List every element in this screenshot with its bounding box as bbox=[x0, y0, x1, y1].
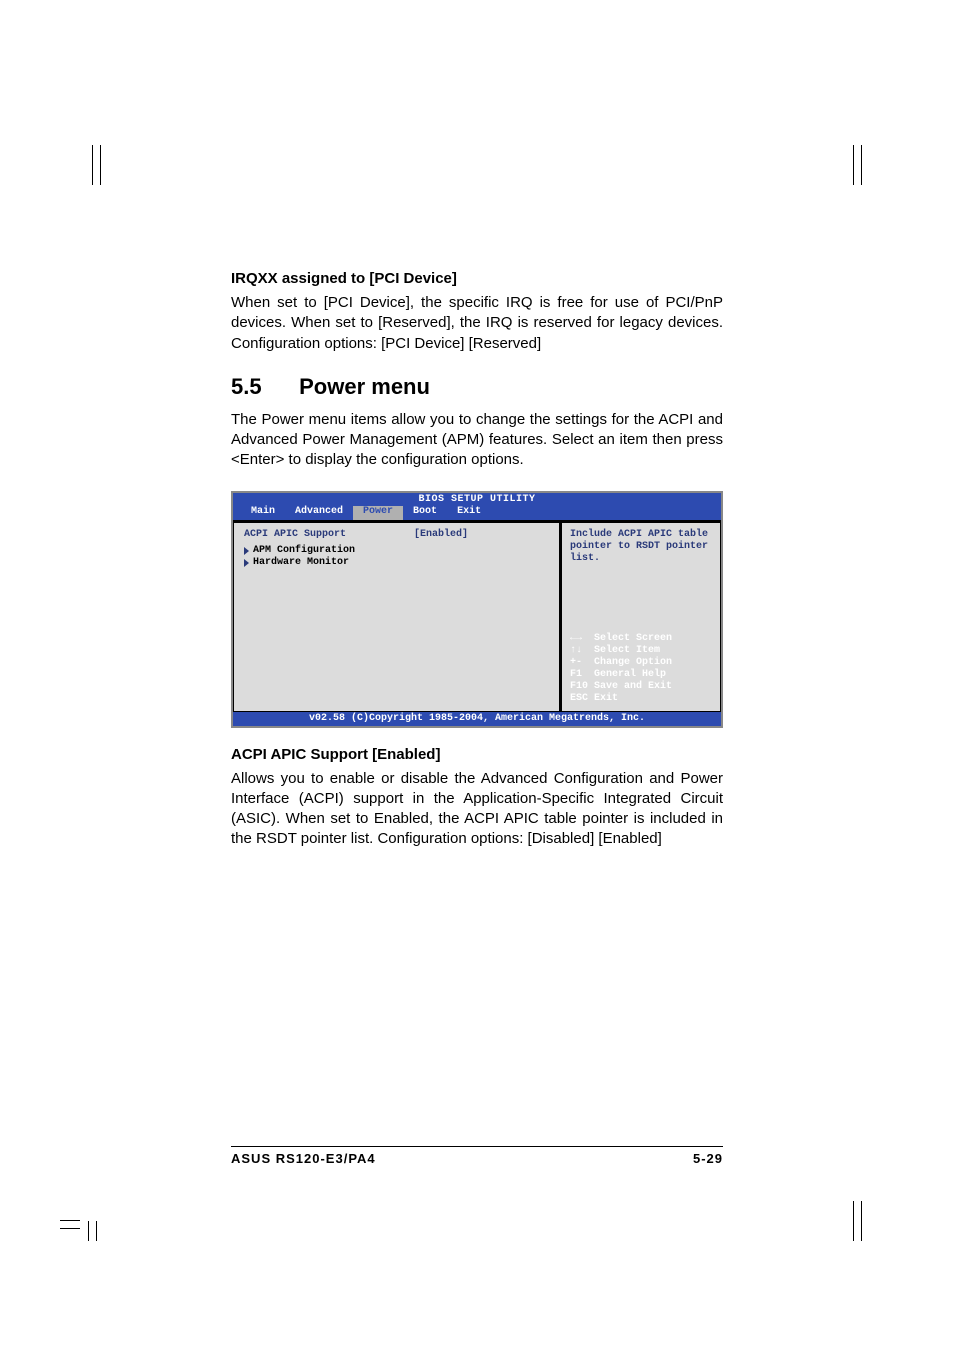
bios-right-pane: Include ACPI APIC table pointer to RSDT … bbox=[561, 522, 721, 712]
crop-mark bbox=[834, 145, 874, 185]
bios-item-acpi: ACPI APIC Support [Enabled] bbox=[244, 529, 549, 541]
bios-left-pane: ACPI APIC Support [Enabled] APM Configur… bbox=[233, 522, 561, 712]
bios-item-value: [Enabled] bbox=[414, 529, 468, 541]
bios-tab-advanced: Advanced bbox=[285, 506, 353, 520]
heading-level-2: 5.5 Power menu bbox=[231, 374, 723, 400]
key-label: ESC bbox=[570, 693, 594, 705]
footer-page-number: 5-29 bbox=[693, 1151, 723, 1166]
section-body: When set to [PCI Device], the specific I… bbox=[231, 293, 723, 354]
bios-submenu-label: APM Configuration bbox=[253, 545, 355, 557]
arrows-ud-icon: ↑↓ bbox=[570, 645, 594, 657]
crop-mark bbox=[834, 1201, 874, 1241]
key-row: F10Save and Exit bbox=[570, 681, 712, 693]
section-heading: ACPI APIC Support [Enabled] bbox=[231, 746, 723, 763]
key-desc: General Help bbox=[594, 669, 666, 681]
bios-item-label: ACPI APIC Support bbox=[244, 529, 414, 541]
key-desc: Save and Exit bbox=[594, 681, 672, 693]
bios-submenu-apm: APM Configuration bbox=[244, 545, 549, 557]
heading-number: 5.5 bbox=[231, 374, 293, 400]
footer-product: ASUS RS120-E3/PA4 bbox=[231, 1151, 376, 1166]
power-intro-text: The Power menu items allow you to change… bbox=[231, 410, 723, 471]
bios-copyright: v02.58 (C)Copyright 1985-2004, American … bbox=[233, 712, 721, 726]
heading-title: Power menu bbox=[299, 374, 430, 399]
key-desc: Select Item bbox=[594, 645, 660, 657]
page-footer: ASUS RS120-E3/PA4 5-29 bbox=[231, 1146, 723, 1166]
key-desc: Change Option bbox=[594, 657, 672, 669]
key-row: ↑↓Select Item bbox=[570, 645, 712, 657]
bios-body: ACPI APIC Support [Enabled] APM Configur… bbox=[233, 520, 721, 712]
bios-tab-bar: Main Advanced Power Boot Exit bbox=[233, 506, 721, 520]
triangle-right-icon bbox=[244, 547, 249, 555]
bios-tab-power: Power bbox=[353, 506, 403, 520]
key-desc: Exit bbox=[594, 693, 618, 705]
key-label: F1 bbox=[570, 669, 594, 681]
crop-mark bbox=[80, 145, 120, 185]
arrows-lr-icon: ←→ bbox=[570, 633, 594, 645]
bios-submenu-hardware: Hardware Monitor bbox=[244, 557, 549, 569]
key-desc: Select Screen bbox=[594, 633, 672, 645]
triangle-right-icon bbox=[244, 559, 249, 567]
crop-mark bbox=[60, 1201, 100, 1241]
bios-help-text: Include ACPI APIC table pointer to RSDT … bbox=[562, 523, 720, 629]
page-content: IRQXX assigned to [PCI Device] When set … bbox=[231, 270, 723, 870]
bios-tab-boot: Boot bbox=[403, 506, 447, 520]
section-heading: IRQXX assigned to [PCI Device] bbox=[231, 270, 723, 287]
key-row: F1General Help bbox=[570, 669, 712, 681]
bios-screenshot: BIOS SETUP UTILITY Main Advanced Power B… bbox=[231, 491, 723, 728]
key-label: +- bbox=[570, 657, 594, 669]
bios-tab-main: Main bbox=[241, 506, 285, 520]
key-row: +-Change Option bbox=[570, 657, 712, 669]
key-label: F10 bbox=[570, 681, 594, 693]
bios-key-legend: ←→Select Screen ↑↓Select Item +-Change O… bbox=[562, 629, 720, 711]
section-body: Allows you to enable or disable the Adva… bbox=[231, 769, 723, 850]
bios-title: BIOS SETUP UTILITY bbox=[233, 493, 721, 506]
key-row: ESCExit bbox=[570, 693, 712, 705]
bios-submenu-label: Hardware Monitor bbox=[253, 557, 349, 569]
key-row: ←→Select Screen bbox=[570, 633, 712, 645]
bios-tab-exit: Exit bbox=[447, 506, 491, 520]
